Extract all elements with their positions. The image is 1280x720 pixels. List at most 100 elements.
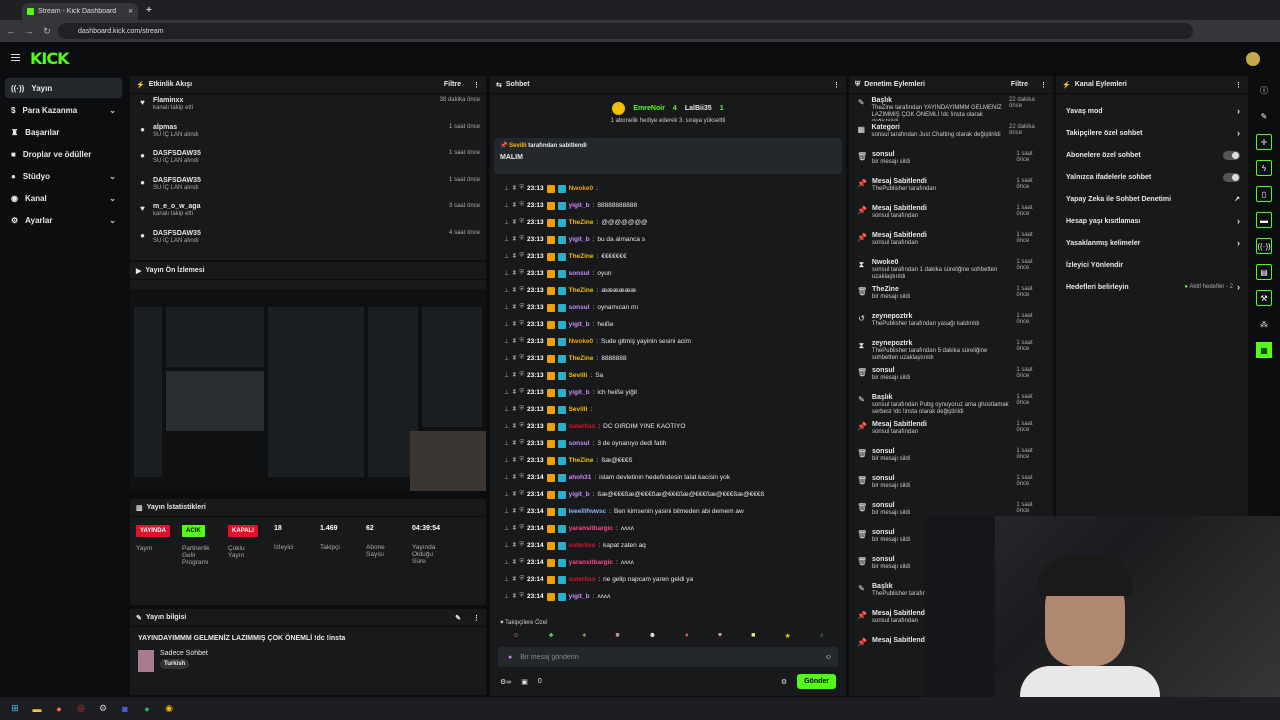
shield-icon[interactable]: ⛨ <box>519 338 524 345</box>
pin-icon[interactable]: ⊥ <box>504 253 509 260</box>
emote-icon[interactable]: ♦ <box>685 632 689 640</box>
steam-icon[interactable]: ⚙ <box>96 702 110 716</box>
chat-message[interactable]: ⊥ ⧗ ⛨ 23:14 leeelllfwwsc: Ben kimsenin yasini… <box>490 503 846 520</box>
emote-icon[interactable]: ★ <box>784 632 790 640</box>
add-widget-icon[interactable]: ▦ <box>1256 342 1272 358</box>
pin-icon[interactable]: ⊥ <box>504 491 509 498</box>
chat-message[interactable]: ⊥ ⧗ ⛨ 23:13 yigit_b: bu da almanca s <box>490 231 846 248</box>
emote-icon[interactable]: ☺ <box>513 632 520 640</box>
pin-icon[interactable]: ⊥ <box>504 287 509 294</box>
sidebar-item-achievements[interactable]: ♜ Başarılar <box>5 122 122 142</box>
url-input[interactable]: dashboard.kick.com/stream <box>58 23 1193 39</box>
chat-message[interactable]: ⊥ ⧗ ⛨ 23:13 TheZine: @@@@@@@ <box>490 214 846 231</box>
pin-icon[interactable]: ⊥ <box>504 202 509 209</box>
chat-message[interactable]: ⊥ ⧗ ⛨ 23:13 Nwoke0: <box>490 180 846 197</box>
chat-username[interactable]: yigit_b <box>569 321 590 328</box>
avatar[interactable] <box>1246 52 1260 66</box>
moderation-item[interactable]: ✎ Başlık sonsul tarafından Pubg oynuyoruz … <box>849 391 1053 418</box>
shield-icon[interactable]: ⛨ <box>519 542 524 549</box>
chat-username[interactable]: suterliss <box>569 423 596 430</box>
more-icon[interactable]: ⋮ <box>473 81 480 89</box>
sidebar-item-drops[interactable]: ■ Droplar ve ödüller <box>5 144 122 164</box>
timeout-icon[interactable]: ⧗ <box>512 304 516 311</box>
moderation-item[interactable]: 📌 Mesaj Sabitlendi sonsul tarafından 1 saat… <box>849 229 1053 256</box>
shield-icon[interactable]: ⛨ <box>519 576 524 583</box>
mic-icon[interactable]: ● <box>508 654 512 661</box>
bolt-icon[interactable]: ϟ <box>1256 160 1272 176</box>
pin-icon[interactable]: ⊥ <box>504 355 509 362</box>
menu-icon[interactable] <box>11 54 20 61</box>
activity-item[interactable]: ● DASFSDAW35 SU İÇ LAN alındı 1 saat önce <box>130 174 486 201</box>
gear-icon[interactable]: ⚙ <box>781 678 787 686</box>
pencil-icon[interactable]: ✎ <box>1256 108 1272 124</box>
timeout-icon[interactable]: ⧗ <box>512 219 516 226</box>
channel-action-item[interactable]: Yapay Zeka ile Sohbet Denetimi ↗ <box>1056 188 1248 210</box>
timeout-icon[interactable]: ⧗ <box>512 321 516 328</box>
timeout-icon[interactable]: ⧗ <box>512 593 516 600</box>
shield-icon[interactable]: ⛨ <box>519 559 524 566</box>
chat-username[interactable]: Sevilli <box>569 406 588 413</box>
chat-username[interactable]: yigit_b <box>569 236 590 243</box>
shield-icon[interactable]: ⛨ <box>519 287 524 294</box>
moderation-item[interactable]: 📌 Mesaj Sabitlendi sonsul tarafından 1 saat… <box>849 418 1053 445</box>
channel-action-item[interactable]: İzleyici Yönlendir <box>1056 254 1248 276</box>
timeout-icon[interactable]: ⧗ <box>512 185 516 192</box>
chat-message[interactable]: ⊥ ⧗ ⛨ 23:13 yigit_b:88888888888 <box>490 197 846 214</box>
moderation-item[interactable]: ↺ zeynepoztrk ThePublisher tarafından yasa… <box>849 310 1053 337</box>
timeout-icon[interactable]: ⧗ <box>512 287 516 294</box>
channel-action-item[interactable]: Takipçilere özel sohbet › <box>1056 122 1248 144</box>
timeout-icon[interactable]: ⧗ <box>512 508 516 515</box>
chat-message[interactable]: ⊥ ⧗ ⛨ 23:13 TheZine: €€€€€€€ <box>490 248 846 265</box>
chat-username[interactable]: yaransitbargic <box>569 525 613 532</box>
send-button[interactable]: Gönder <box>797 674 836 689</box>
pin-icon[interactable]: ⊥ <box>504 576 509 583</box>
info-icon[interactable]: ⓘ <box>1256 82 1272 98</box>
sidebar-item-stream[interactable]: ((·)) Yayın <box>5 78 122 98</box>
channel-action-item[interactable]: Hedefleri belirleyin ● Aktif hedefler - 2… <box>1056 276 1248 298</box>
windows-start-icon[interactable]: ⊞ <box>8 702 22 716</box>
timeout-icon[interactable]: ⧗ <box>512 338 516 345</box>
timeout-icon[interactable]: ⧗ <box>512 440 516 447</box>
chat-username[interactable]: TheZine <box>569 457 594 464</box>
timeout-icon[interactable]: ⧗ <box>512 576 516 583</box>
chat-message[interactable]: ⊥ ⧗ ⛨ 23:13 sonsul:3 de oynanıyo dedi fatih <box>490 435 846 452</box>
pin-icon[interactable]: ⊥ <box>504 593 509 600</box>
timeout-icon[interactable]: ⧗ <box>512 491 516 498</box>
pin-icon[interactable]: ⊥ <box>504 185 509 192</box>
emote-icon[interactable]: ♪ <box>820 632 824 640</box>
timeout-icon[interactable]: ⧗ <box>512 270 516 277</box>
chat-message[interactable]: ⊥ ⧗ ⛨ 23:13 suterliss: DC GIRDIM YINE KAOTIYO <box>490 418 846 435</box>
chat-message[interactable]: ⊥ ⧗ ⛨ 23:14 yigit_b: ʌʌʌʌ <box>490 588 846 605</box>
timeout-icon[interactable]: ⧗ <box>512 457 516 464</box>
sidebar-item-studio[interactable]: ● Stüdyo ⌄ <box>5 166 122 186</box>
chat-username[interactable]: yigit_b <box>569 491 590 498</box>
moderation-item[interactable]: 🗑 sonsulbir mesajı sildi 1 saat önce <box>849 445 1053 472</box>
shield-icon[interactable]: ⛨ <box>519 389 524 396</box>
chat-message[interactable]: ⊥ ⧗ ⛨ 23:13 TheZine: ææææææ <box>490 282 846 299</box>
chat-username[interactable]: leeelllfwwsc <box>569 508 607 515</box>
chat-username[interactable]: TheZine <box>569 355 594 362</box>
shield-icon[interactable]: ⛨ <box>519 355 524 362</box>
sidebar-item-monetization[interactable]: $ Para Kazanma ⌄ <box>5 100 122 120</box>
chat-message[interactable]: ⊥ ⧗ ⛨ 23:13 sonsul: oynamıcan mı <box>490 299 846 316</box>
shield-icon[interactable]: ⛨ <box>519 372 524 379</box>
moderation-item[interactable]: 📌 Mesaj Sabitlendi ThePublisher tarafından… <box>849 175 1053 202</box>
chat-username[interactable]: Sevilli <box>569 372 588 379</box>
timeout-icon[interactable]: ⧗ <box>512 559 516 566</box>
channel-action-item[interactable]: Hesap yaşı kısıtlaması › <box>1056 210 1248 232</box>
timeout-icon[interactable]: ⧗ <box>512 355 516 362</box>
chat-username[interactable]: yigit_b <box>569 593 590 600</box>
moderation-item[interactable]: 🗑 sonsulbir mesajı sildi 1 saat önce <box>849 364 1053 391</box>
shield-icon[interactable]: ⛨ <box>519 202 524 209</box>
pin-icon[interactable]: ⊥ <box>504 372 509 379</box>
chat-username[interactable]: yigit_b <box>569 389 590 396</box>
chat-message[interactable]: ⊥ ⧗ ⛨ 23:14 yigit_b: ßæ@€€€ßæ@€€€ßæ@€€€ßæ@€€€… <box>490 486 846 503</box>
chat-username[interactable]: yigit_b <box>569 202 590 209</box>
shield-icon[interactable]: ⛨ <box>519 321 524 328</box>
chat-message[interactable]: ⊥ ⧗ ⛨ 23:13 yigit_b: ich heiße yiğit <box>490 384 846 401</box>
timeout-icon[interactable]: ⧗ <box>512 542 516 549</box>
close-tab-icon[interactable]: ✕ <box>128 8 133 15</box>
filter-button[interactable]: Filtre <box>444 81 461 88</box>
activity-item[interactable]: ♥ m_e_o_w_aga kanalı takip etti 3 saat önce <box>130 200 486 227</box>
pin-icon[interactable]: ⊥ <box>504 457 509 464</box>
